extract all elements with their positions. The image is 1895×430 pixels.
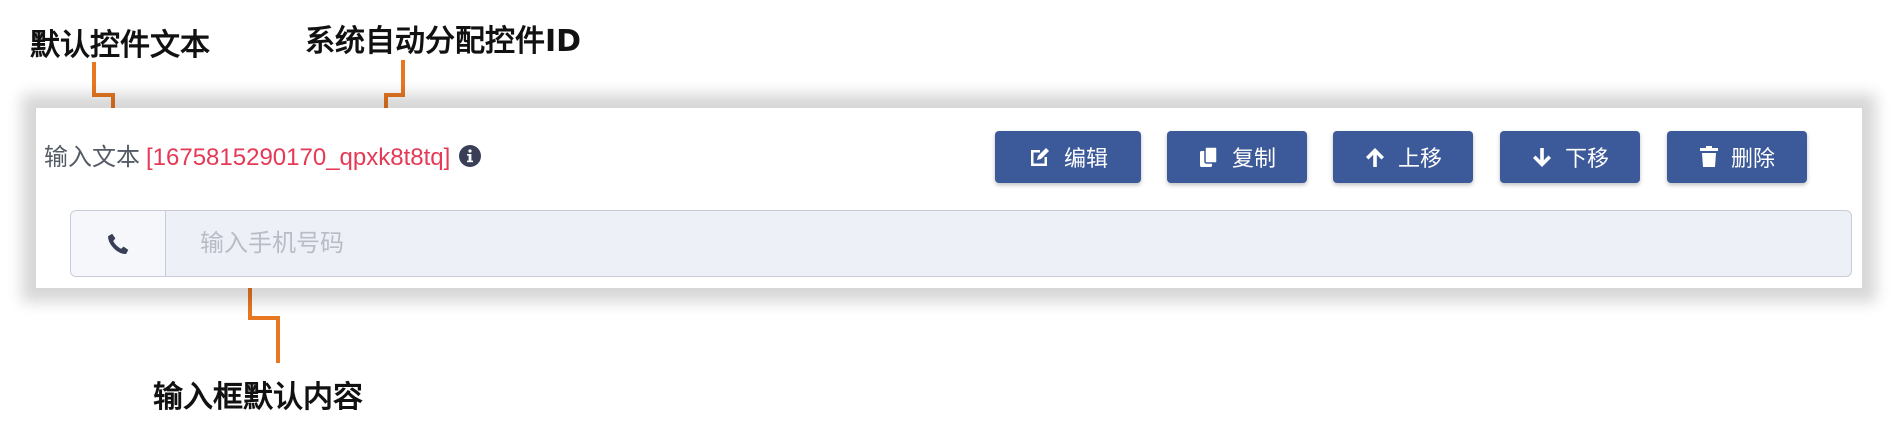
move-down-button[interactable]: 下移 [1500,131,1640,183]
info-circle-icon[interactable] [458,144,482,175]
move-up-button[interactable]: 上移 [1333,131,1473,183]
phone-icon [108,233,129,254]
arrow-down-icon [1532,148,1551,167]
field-id: [1675815290170_qpxk8t8tq] [146,144,451,171]
field-label: 输入文本 [44,144,140,171]
copy-icon [1199,146,1218,167]
field-label-row: 输入文本 [1675815290170_qpxk8t8tq] [44,137,482,175]
form-field-card: 输入文本 [1675815290170_qpxk8t8tq] 编辑 复制 上移 … [36,108,1862,288]
arrow-to-input [248,276,280,363]
phone-input-group [70,210,1852,277]
arrow-up-icon [1365,148,1384,167]
move-up-button-label: 上移 [1397,146,1442,171]
delete-button[interactable]: 删除 [1667,131,1807,183]
edit-button[interactable]: 编辑 [995,131,1141,183]
edit-icon [1030,148,1049,166]
edit-button-label: 编辑 [1063,146,1108,171]
copy-button[interactable]: 复制 [1167,131,1307,183]
delete-button-label: 删除 [1730,146,1775,171]
copy-button-label: 复制 [1231,146,1276,171]
phone-addon [71,211,166,276]
phone-input[interactable] [166,211,1851,276]
trash-icon [1699,146,1718,167]
move-down-button-label: 下移 [1564,146,1609,171]
